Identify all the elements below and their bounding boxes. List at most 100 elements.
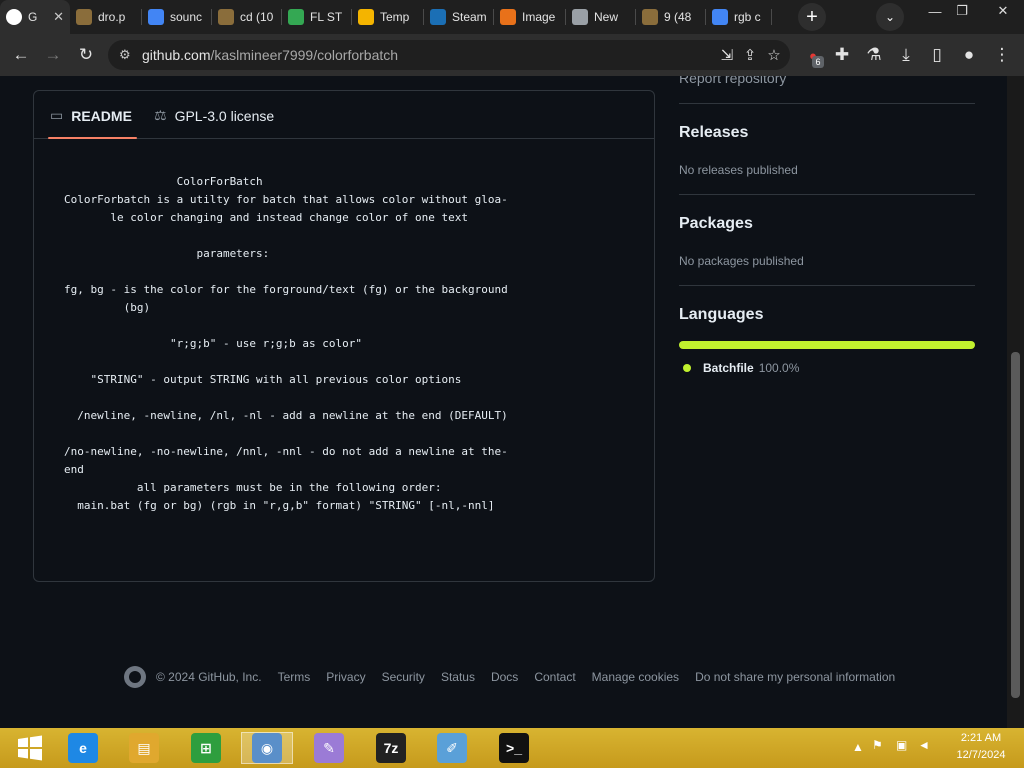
browser-tab[interactable]: Image: [494, 0, 566, 34]
language-name: Batchfile: [703, 361, 754, 375]
reload-icon[interactable]: ↻: [73, 42, 99, 68]
languages-heading: Languages: [679, 306, 764, 323]
chrome-icon: [572, 9, 588, 25]
windows-taskbar: e ▤ ⊞ ◉ ✎ 7z ✐ >_ ▲ ⚑ ▣ ◄ 2:21 AM 12/7/2024: [0, 728, 1024, 768]
browser-tab-title: rgb c: [734, 10, 761, 24]
browser-tab[interactable]: cd (10: [212, 0, 282, 34]
browser-tab[interactable]: rgb c: [706, 0, 772, 34]
bookmark-star-icon[interactable]: ☆: [761, 42, 787, 68]
mail-icon: [358, 9, 374, 25]
labs-flask-icon[interactable]: ⚗: [861, 42, 887, 68]
clock-time[interactable]: 2:21 AM: [950, 732, 1012, 744]
restore-button[interactable]: ❐: [947, 0, 977, 22]
footer-link-manage-cookies[interactable]: Manage cookies: [592, 670, 679, 684]
taskbar-app-button[interactable]: 7z: [365, 732, 417, 764]
url-text[interactable]: github.com/kaslmineer7999/colorforbatch: [142, 47, 398, 63]
page-scrollbar[interactable]: [1007, 76, 1024, 728]
site-info-icon[interactable]: ⚙: [119, 47, 135, 63]
page-footer: © 2024 GitHub, Inc. Terms Privacy Securi…: [124, 665, 895, 689]
browser-toolbar: ← → ↻ ⚙ github.com/kaslmineer7999/colorf…: [0, 34, 1024, 76]
flame-icon: [500, 9, 516, 25]
footer-link-docs[interactable]: Docs: [491, 670, 518, 684]
volume-muted-icon[interactable]: ◄: [918, 738, 930, 752]
url-path: /kaslmineer7999/colorforbatch: [210, 47, 399, 63]
github-logo-icon[interactable]: [124, 666, 146, 688]
footer-link-security[interactable]: Security: [382, 670, 425, 684]
browser-tab-title: G: [28, 10, 38, 24]
browser-tab[interactable]: dro.p: [70, 0, 142, 34]
tab-license[interactable]: ⚖ GPL-3.0 license: [154, 107, 274, 124]
folder-icon: [218, 9, 234, 25]
store-icon: ⊞: [191, 733, 221, 763]
back-icon[interactable]: ←: [8, 42, 34, 68]
share-icon[interactable]: ⇪: [737, 42, 763, 68]
browser-tab-title: New: [594, 10, 619, 24]
law-scale-icon: ⚖: [154, 107, 167, 123]
browser-tab[interactable]: Temp: [352, 0, 424, 34]
browser-tab-title: Steam: [452, 10, 487, 24]
profile-avatar-icon[interactable]: ●: [956, 42, 982, 68]
browser-tab[interactable]: G ✕: [0, 0, 70, 34]
menu-kebab-icon[interactable]: ⋮: [989, 42, 1015, 68]
taskbar-app-button[interactable]: ◉: [241, 732, 293, 764]
action-center-flag-icon[interactable]: ⚑: [872, 738, 883, 752]
browser-tab-title: FL ST: [310, 10, 343, 24]
windows-logo-icon: [18, 735, 42, 761]
file-explorer-icon: ▤: [129, 733, 159, 763]
releases-heading[interactable]: Releases: [679, 124, 748, 142]
7zip-icon: 7z: [376, 733, 406, 763]
taskbar-app-button[interactable]: >_: [488, 732, 540, 764]
browser-tab[interactable]: Steam: [424, 0, 494, 34]
taskbar-app-button[interactable]: ✎: [303, 732, 355, 764]
language-bar: [679, 341, 975, 349]
download-icon[interactable]: ⤓: [893, 42, 919, 68]
folder-icon: [76, 9, 92, 25]
taskbar-app-button[interactable]: ⊞: [180, 732, 232, 764]
language-color-dot: [683, 364, 691, 372]
folder-icon: [642, 9, 658, 25]
close-window-button[interactable]: ✕: [985, 0, 1021, 22]
footer-link-status[interactable]: Status: [441, 670, 475, 684]
chrome-icon: ◉: [252, 733, 282, 763]
browser-tab[interactable]: 9 (48: [636, 0, 706, 34]
browser-tab-title: sounc: [170, 10, 203, 24]
report-repository-link[interactable]: Report repository: [679, 76, 786, 86]
network-icon[interactable]: ▣: [896, 738, 907, 752]
notepad-icon: ✐: [437, 733, 467, 763]
taskbar-app-button[interactable]: e: [57, 732, 109, 764]
footer-link-terms[interactable]: Terms: [278, 670, 311, 684]
browser-tab[interactable]: FL ST: [282, 0, 352, 34]
tray-overflow-icon[interactable]: ▲: [852, 740, 864, 754]
clock-date[interactable]: 12/7/2024: [950, 749, 1012, 761]
close-tab-icon[interactable]: ✕: [49, 9, 64, 25]
github-icon: [6, 9, 22, 25]
tab-readme[interactable]: ▭ README: [50, 107, 132, 124]
browser-tab[interactable]: New: [566, 0, 636, 34]
browser-tab[interactable]: sounc: [142, 0, 212, 34]
taskbar-app-button[interactable]: ▤: [118, 732, 170, 764]
tab-readme-label: README: [71, 107, 132, 124]
extensions-puzzle-icon[interactable]: ✚: [829, 42, 855, 68]
browser-tab-title: Image: [522, 10, 556, 24]
packages-heading[interactable]: Packages: [679, 215, 753, 233]
ie-icon: e: [68, 733, 98, 763]
forward-icon[interactable]: →: [40, 42, 66, 68]
start-button[interactable]: [4, 732, 56, 764]
address-bar[interactable]: ⚙ github.com/kaslmineer7999/colorforbatc…: [108, 40, 790, 70]
taskbar-app-button[interactable]: ✐: [426, 732, 478, 764]
browser-tab-title: Temp: [380, 10, 410, 24]
new-tab-button[interactable]: +: [798, 3, 826, 31]
play-icon: [288, 9, 304, 25]
footer-link-contact[interactable]: Contact: [534, 670, 575, 684]
footer-link-privacy[interactable]: Privacy: [326, 670, 365, 684]
browser-tab-strip: G ✕ dro.p sounc cd (10 FL ST Temp Steam Image New…: [0, 0, 1024, 34]
minimize-button[interactable]: —: [920, 0, 950, 22]
footer-link-do-not-share[interactable]: Do not share my personal information: [695, 670, 895, 684]
packages-empty-text: No packages published: [679, 254, 804, 268]
readme-panel: ▭ README ⚖ GPL-3.0 license ColorForBatch…: [33, 90, 655, 582]
side-panel-icon[interactable]: ▯: [924, 42, 950, 68]
tab-search-button[interactable]: ⌄: [876, 3, 904, 31]
language-item[interactable]: Batchfile 100.0%: [683, 361, 799, 375]
divider: [679, 103, 975, 104]
scrollbar-thumb[interactable]: [1011, 352, 1020, 698]
